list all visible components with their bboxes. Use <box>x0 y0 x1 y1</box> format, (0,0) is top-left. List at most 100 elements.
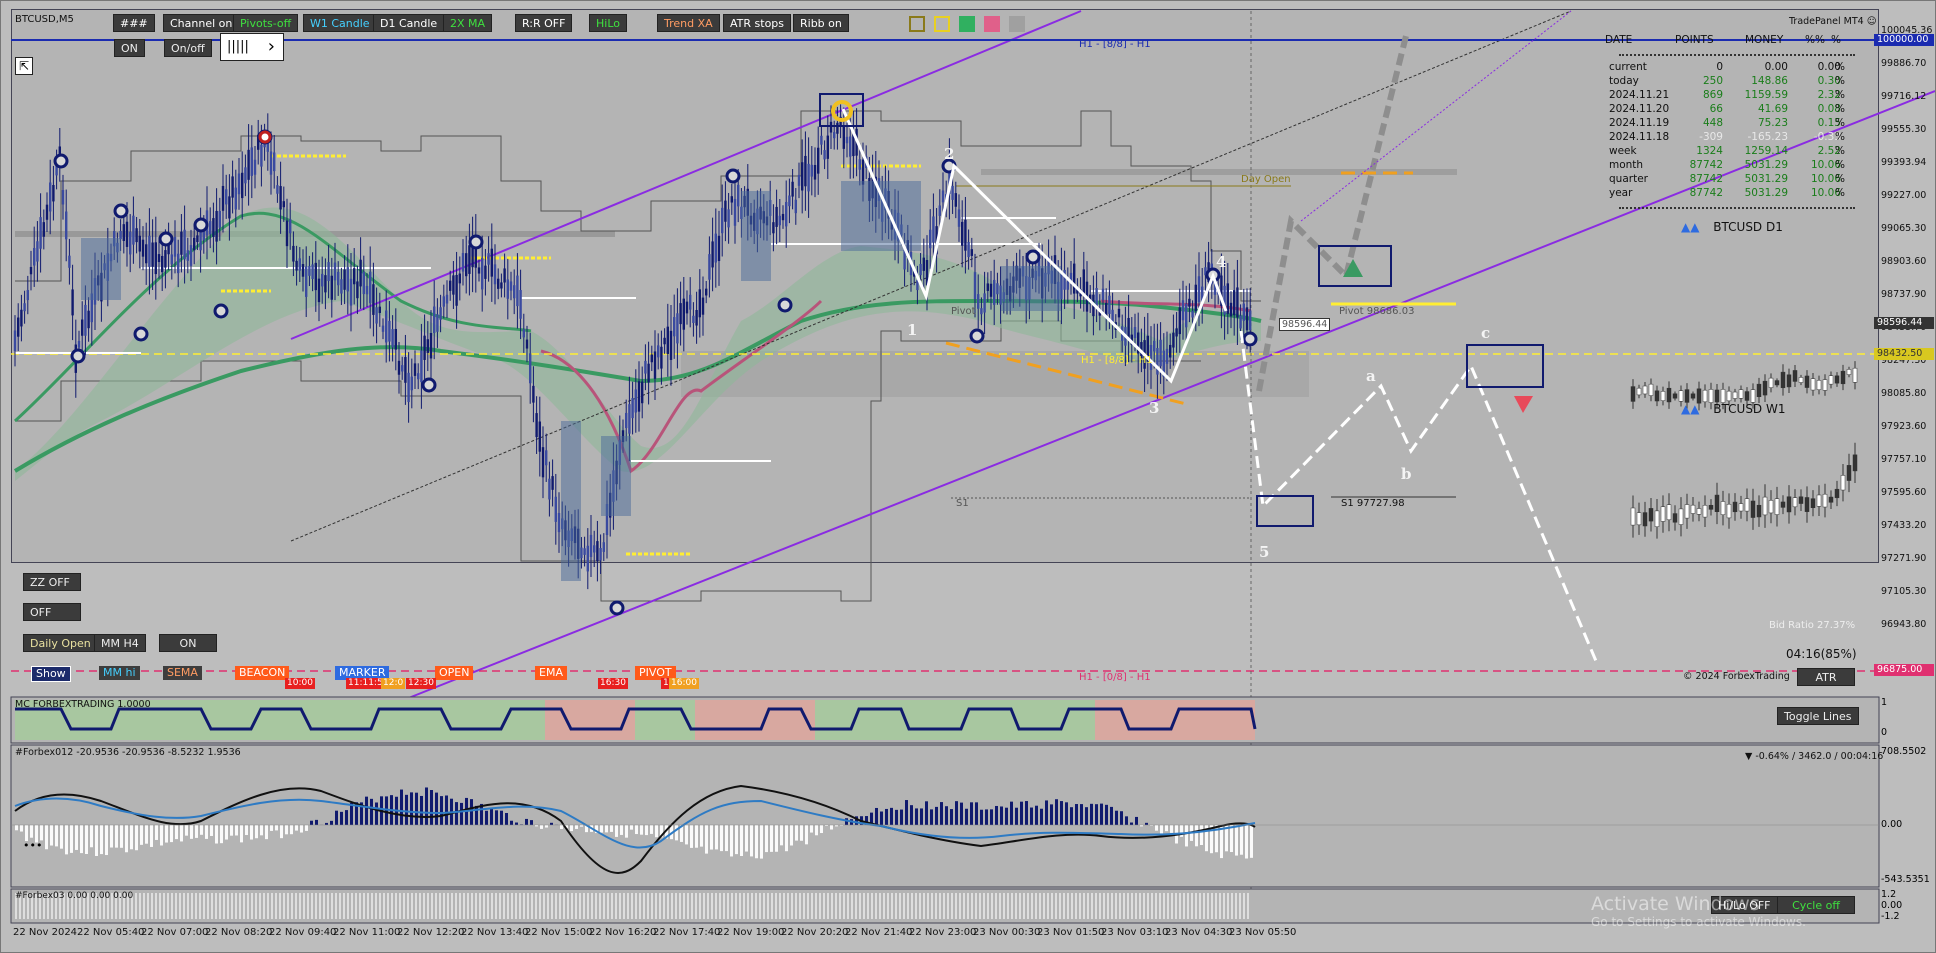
stats-cell-points: 87742 <box>1689 173 1723 185</box>
triangle-icon: ▲▲ <box>1681 220 1700 234</box>
tradepanel-title: TradePanel MT4 ☺ <box>1789 16 1877 27</box>
time-tick: 23 Nov 01:50 <box>1037 927 1105 938</box>
wave5-box <box>1256 495 1314 527</box>
expand-icon[interactable]: ⇱ <box>15 57 33 75</box>
toolbar-button-2[interactable]: Pivots-off <box>233 14 299 32</box>
toolbar-button-10[interactable]: Ribb on <box>793 14 849 32</box>
stats-cell-date: 2024.11.19 <box>1609 117 1670 129</box>
tag-ema[interactable]: EMA <box>535 666 567 680</box>
wave-c-box <box>1466 344 1544 388</box>
time-tick: 22 Nov 07:00 <box>141 927 209 938</box>
time-tick: 22 Nov 23:00 <box>909 927 977 938</box>
onoff-button[interactable]: On/off <box>164 39 212 57</box>
time-marker: 12:30 <box>406 678 436 689</box>
activate-windows-watermark: Activate Windows Go to Settings to activ… <box>1591 893 1806 929</box>
price-tick: 98903.60 <box>1881 256 1927 267</box>
stats-row: current 0 0.00 0.00% <box>1605 61 1845 75</box>
color-swatch-gray[interactable] <box>1009 16 1025 32</box>
indicator3-axis-mid: 0.00 <box>1881 900 1903 911</box>
price-tick: 97271.90 <box>1881 553 1927 564</box>
h1-top-label: H1 - [8/8] - H1 <box>1079 39 1151 50</box>
toolbar-button-7[interactable]: HiLo <box>589 14 627 32</box>
mini-w1-label: ▲▲ BTCUSD W1 <box>1681 402 1786 416</box>
stats-cell-money: -165.23 <box>1747 131 1788 143</box>
zone-box <box>681 351 1309 397</box>
time-tick: 22 Nov 11:00 <box>333 927 401 938</box>
indicator3-axis-top: 1.2 <box>1881 889 1897 900</box>
indicator1-axis-bottom: 0 <box>1881 727 1888 738</box>
price-tick: 97595.60 <box>1881 487 1927 498</box>
time-tick: 23 Nov 00:30 <box>973 927 1041 938</box>
price-tick: 98085.80 <box>1881 388 1927 399</box>
stats-percent-sign: % <box>1835 61 1845 73</box>
stats-header-row: DATE POINTS MONEY%%% <box>1605 34 1845 48</box>
color-swatch-green[interactable] <box>959 16 975 32</box>
indicator2-axis-bottom: -543.5351 <box>1881 874 1930 885</box>
stats-row: quarter 87742 5031.29 10.06% <box>1605 173 1845 187</box>
stats-cell-date: month <box>1609 159 1644 171</box>
toolbar-button-4[interactable]: D1 Candle <box>373 14 445 32</box>
stats-row: 2024.11.20 66 41.69 0.08% <box>1605 103 1845 117</box>
time-tick: 22 Nov 16:20 <box>589 927 657 938</box>
price-tick: 99555.30 <box>1881 124 1927 135</box>
on-toggle-button[interactable]: ON <box>159 634 217 652</box>
stats-cell-money: 5031.29 <box>1744 173 1788 185</box>
smiley-icon: ☺ <box>1866 16 1877 27</box>
bars-control[interactable]: ||||| › <box>220 33 284 61</box>
time-tick: 23 Nov 05:50 <box>1229 927 1297 938</box>
indicator3-label: #Forbex03 0.00 0.00 0.00 <box>15 891 134 901</box>
stats-percent-sign: % <box>1835 159 1845 171</box>
atr-button[interactable]: ATR <box>1797 668 1855 686</box>
price-badge-top: 100000.00 <box>1874 34 1934 46</box>
stats-header: %% <box>1805 34 1825 46</box>
toggle-lines-button[interactable]: Toggle Lines <box>1777 707 1859 725</box>
wave-label: 3 <box>1149 399 1160 417</box>
stats-cell-money: 75.23 <box>1757 117 1788 129</box>
wave-label: 5 <box>1259 543 1270 561</box>
time-tick: 23 Nov 04:30 <box>1165 927 1233 938</box>
tag-sema[interactable]: SEMA <box>163 666 202 680</box>
stats-cell-money: 1159.59 <box>1744 89 1788 101</box>
time-tick: 22 Nov 19:00 <box>717 927 785 938</box>
price-tick: 97433.20 <box>1881 520 1927 531</box>
off-button[interactable]: OFF <box>23 603 81 621</box>
time-marker: 12:0 <box>381 678 406 689</box>
time-tick: 22 Nov 08:20 <box>205 927 273 938</box>
color-swatch-pink[interactable] <box>984 16 1000 32</box>
toolbar-button-9[interactable]: ATR stops <box>723 14 792 32</box>
tag-beacon[interactable]: BEACON <box>235 666 290 680</box>
time-tick: 22 Nov 13:40 <box>461 927 529 938</box>
time-tick: 22 Nov 20:20 <box>781 927 849 938</box>
toolbar-button-5[interactable]: 2X MA <box>443 14 493 32</box>
toolbar-button-0[interactable]: ### <box>113 14 155 32</box>
zz-off-button[interactable]: ZZ OFF <box>23 573 81 591</box>
pivot-left-label: Pivot <box>951 306 976 317</box>
color-swatch-olive[interactable] <box>909 16 925 32</box>
toolbar-button-1[interactable]: Channel on <box>163 14 240 32</box>
toolbar-button-6[interactable]: R:R OFF <box>515 14 573 32</box>
stats-header: DATE <box>1605 34 1633 46</box>
stats-row: 2024.11.19 448 75.23 0.15% <box>1605 117 1845 131</box>
tag-open[interactable]: OPEN <box>435 666 474 680</box>
tag-show[interactable]: Show <box>31 666 71 682</box>
stats-cell-points: 0 <box>1716 61 1723 73</box>
wave-label: b <box>1401 465 1412 483</box>
toolbar-button-3[interactable]: W1 Candle <box>303 14 377 32</box>
stats-cell-points: 448 <box>1702 117 1723 129</box>
wave-label: 2 <box>944 145 955 163</box>
toolbar-button-8[interactable]: Trend XA <box>657 14 720 32</box>
daily-open-button[interactable]: Daily Open <box>23 634 98 652</box>
price-badge-level: 98432.50 <box>1874 348 1934 360</box>
stats-cell-money: 1259.14 <box>1744 145 1788 157</box>
time-marker: 10:00 <box>285 678 315 689</box>
indicator2-right-label: ▼ -0.64% / 3462.0 / 00:04:16 <box>1745 751 1884 762</box>
stats-percent-sign: % <box>1835 187 1845 199</box>
mm-h4-button[interactable]: MM H4 <box>94 634 146 652</box>
mini-chart-w1 <box>1630 442 1858 539</box>
on-button[interactable]: ON <box>114 39 145 57</box>
color-swatch-yellow[interactable] <box>934 16 950 32</box>
stats-cell-date: current <box>1609 61 1647 73</box>
time-tick: 22 Nov 15:00 <box>525 927 593 938</box>
tag-mm-hi[interactable]: MM hi <box>99 666 140 680</box>
stats-header: % <box>1831 34 1841 46</box>
